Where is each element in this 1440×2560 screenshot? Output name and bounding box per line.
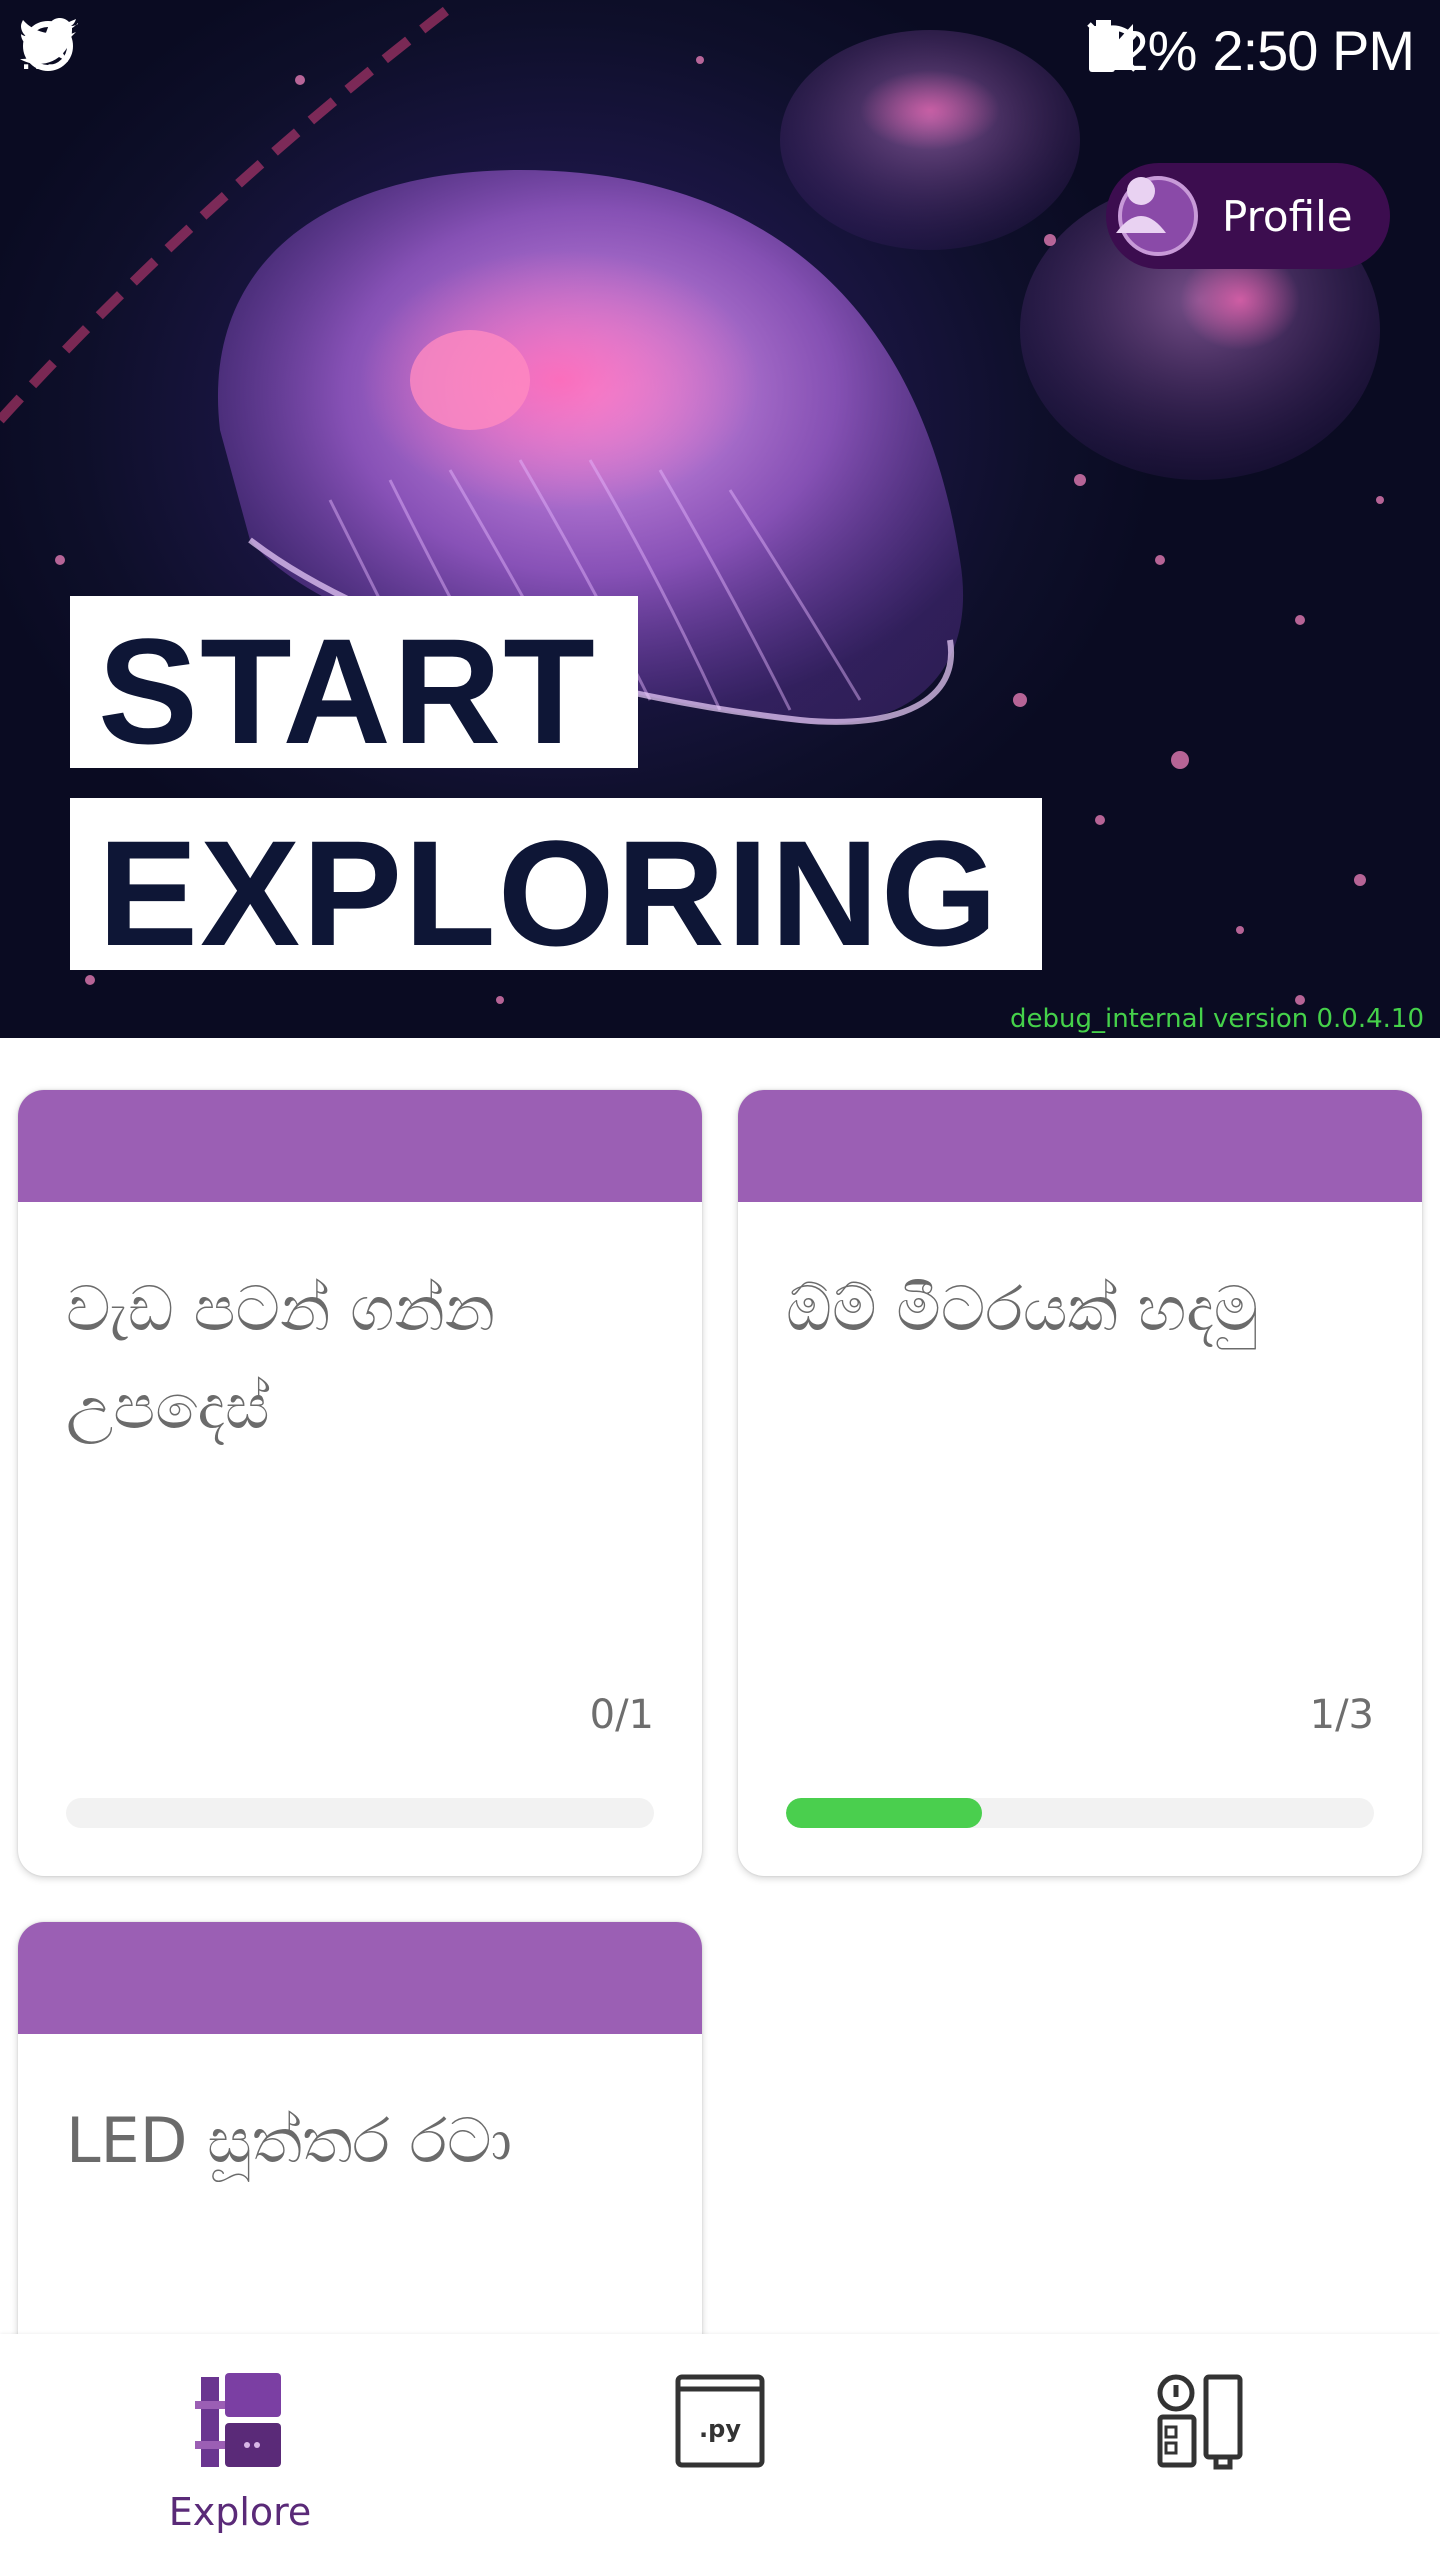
nav-explore[interactable]: Explore bbox=[0, 2334, 480, 2560]
card-progress-bar bbox=[786, 1798, 1374, 1828]
card-progress-fill bbox=[786, 1798, 982, 1828]
hero-banner: ... bbox=[0, 0, 1440, 1038]
card-header-band bbox=[18, 1922, 702, 2034]
status-bar: ... bbox=[0, 0, 1440, 100]
debug-version-label: debug_internal version 0.0.4.10 bbox=[1009, 1004, 1424, 1034]
headline-start: START bbox=[98, 607, 597, 775]
bottom-navigation: Explore .py bbox=[0, 2334, 1440, 2560]
card-progress-bar bbox=[66, 1798, 654, 1828]
card-header-band bbox=[738, 1090, 1422, 1202]
headline-exploring: EXPLORING bbox=[98, 809, 1000, 977]
nav-explore-label: Explore bbox=[168, 2490, 312, 2534]
svg-text:.py: .py bbox=[699, 2415, 741, 2443]
devices-icon bbox=[1145, 2366, 1255, 2476]
headline-line-1: START bbox=[70, 596, 638, 768]
person-icon bbox=[1116, 177, 1166, 233]
card-progress-count: 1/3 bbox=[1309, 1692, 1374, 1738]
profile-button[interactable]: Profile bbox=[1106, 163, 1390, 269]
course-card[interactable]: වැඩ පටන් ගන්න උපදෙස් 0/1 bbox=[18, 1090, 702, 1876]
battery-icon bbox=[1089, 20, 1116, 72]
clock: 2:50 PM bbox=[1212, 18, 1415, 82]
card-title: වැඩ පටන් ගන්න උපදෙස් bbox=[66, 1272, 496, 1443]
nav-devices[interactable] bbox=[960, 2334, 1440, 2560]
explore-icon bbox=[185, 2366, 295, 2476]
card-title: ඕම් මීටරයක් හදමු bbox=[786, 1272, 1259, 1345]
notification-icons: ... bbox=[20, 18, 78, 82]
card-title: LED සූත්තර රටා bbox=[66, 2104, 513, 2177]
nav-python-code[interactable]: .py bbox=[480, 2334, 960, 2560]
system-icons: 82% 2:50 PM bbox=[1087, 18, 1415, 82]
course-card[interactable]: ඕම් මීටරයක් හදමු 1/3 bbox=[738, 1090, 1422, 1876]
profile-label: Profile bbox=[1222, 191, 1353, 241]
card-progress-count: 0/1 bbox=[589, 1692, 654, 1738]
card-header-band bbox=[18, 1090, 702, 1202]
python-file-icon: .py bbox=[665, 2366, 775, 2476]
bird-icon bbox=[24, 22, 76, 62]
avatar bbox=[1116, 176, 1198, 256]
headline-line-2: EXPLORING bbox=[70, 798, 1042, 970]
